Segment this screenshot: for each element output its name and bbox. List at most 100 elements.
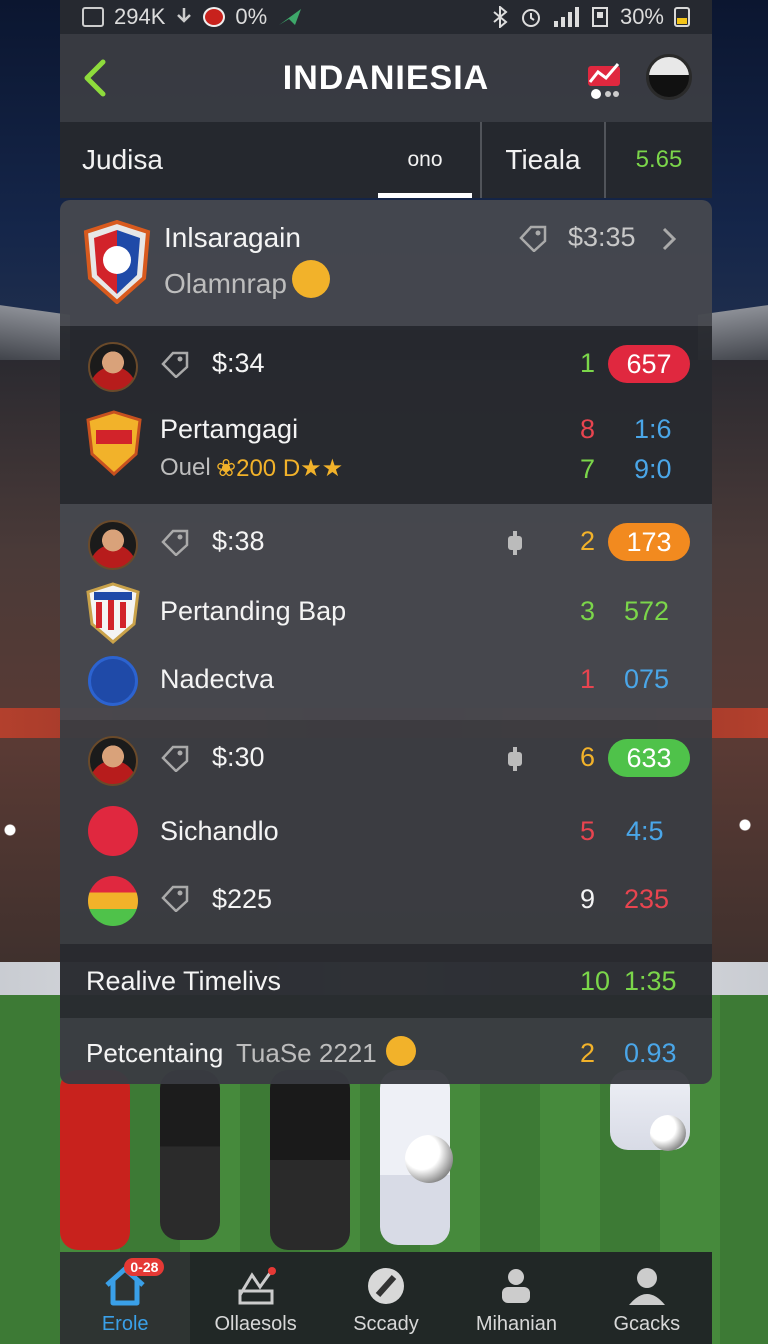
tab-tieala[interactable]: Tieala [480,122,606,198]
back-button[interactable] [60,34,130,122]
tag-icon [161,745,189,772]
tab-ono[interactable]: ono [370,122,480,198]
summary-left: 2 [580,1038,596,1068]
club-crest-icon [86,582,140,644]
team-name: Ouel [160,454,211,481]
score-right: 235 [624,884,670,914]
summary-label: Realive Timelivs [86,966,282,996]
tab-label: Tieala [505,144,581,175]
featured-team-name: Inlsaragain [164,222,301,253]
team-name: Pertanding Bap [160,596,347,626]
coach-avatar [88,520,138,570]
gallery-icon [82,7,104,27]
signal-icon [553,7,579,27]
prize-label: ❀200 D★★ [216,455,344,482]
score-right: 4:5 [626,816,664,846]
nav-profile[interactable]: Gcacks [582,1252,712,1344]
bottom-navigation: 0-28 Erole Ollaesols Sccady Mihanian Gca… [60,1252,712,1344]
team-name: Sichandlo [160,816,279,846]
coach-avatar [88,342,138,392]
flame-icon [386,1036,416,1066]
tab-judisa[interactable]: Judisa [60,122,370,198]
odds-pill[interactable]: 633 [608,739,690,777]
network-icon [591,7,608,27]
player-figure [270,1070,350,1250]
summary-sublabel: TuaSe 2221 [236,1038,377,1068]
club-avatar-button[interactable] [646,54,692,100]
summary-left: 10 [580,966,611,996]
match-card[interactable]: $:38 2 173 Pertanding Bap 3 572 Nadectva… [60,504,712,720]
nav-label: Mihanian [475,1313,557,1335]
tag-icon [161,529,189,556]
score-left: 3 [580,596,596,626]
compass-icon [368,1268,405,1304]
flame-icon [292,260,330,298]
nav-label: Ollaesols [214,1313,297,1335]
tab-label: Judisa [82,144,163,175]
match-rank: 6 [580,742,596,772]
stats-chart-icon[interactable] [584,52,624,102]
tactics-icon [238,1267,276,1305]
status-bar: 294K 0% 30% [60,0,712,34]
featured-time: $3:35 [568,222,636,252]
tab-odds[interactable]: 5.65 [606,122,712,198]
odds-pill[interactable]: 657 [608,345,690,383]
whistle-icon [508,531,522,555]
featured-match-card[interactable]: Inlsaragain Olamnrap $3:35 [60,200,712,326]
chevron-right-icon [662,227,677,251]
download-icon [177,8,192,23]
odds-pill[interactable]: 173 [608,523,690,561]
chevron-left-icon [84,59,106,97]
player-figure [160,1070,220,1240]
tag-icon [161,885,189,912]
player-figure [60,1070,130,1250]
bluetooth-icon [493,6,508,28]
status-count: 294K [114,4,166,29]
score-left: 1 [580,664,596,694]
featured-subtitle: Olamnrap [164,268,287,299]
score-right: 572 [624,596,670,626]
tag-icon [161,351,189,378]
club-badge-icon [88,806,138,856]
battery-percent: 30% [619,4,664,29]
football [650,1115,686,1151]
avatar-icon [203,7,226,27]
tab-label: ono [407,148,443,171]
nav-tactics[interactable]: Ollaesols [190,1252,320,1344]
alarm-icon [521,9,540,27]
nav-label: Erole [101,1313,149,1335]
active-tab-indicator [378,193,472,198]
team-name: $225 [212,884,273,914]
match-time: $:30 [212,742,265,772]
score-left: 8 [580,414,596,444]
nav-label: Sccady [353,1313,419,1335]
club-crest-icon [86,410,142,476]
club-badge-icon [88,656,138,706]
send-icon [279,9,302,25]
nav-home[interactable]: 0-28 Erole [60,1252,191,1344]
club-badge-icon [88,876,138,926]
summary-row[interactable]: Realive Timelivs 10 1:35 [60,944,712,1018]
match-time: $:34 [212,348,265,378]
score-right: 9:0 [634,454,672,484]
match-card[interactable]: $:30 6 633 Sichandlo 5 4:5 $225 9 235 [60,720,712,944]
tab-label: 5.65 [635,146,683,173]
battery-icon [674,7,690,27]
coach-avatar [88,736,138,786]
match-rank: 1 [580,348,596,378]
app-header: INDANIESIA [60,34,712,122]
summary-row[interactable]: Petcentaing TuaSe 2221 2 0.93 [60,1018,712,1084]
score-left: 9 [580,884,596,914]
team-name: Nadectva [160,664,275,694]
whistle-icon [508,747,522,771]
nav-compass[interactable]: Sccady [321,1252,451,1344]
nav-label: Gcacks [613,1313,681,1335]
match-time: $:38 [212,526,265,556]
match-card[interactable]: $:34 1 657 Pertamgagi 8 1:6 Ouel ❀200 D★… [60,326,712,504]
team-icon [502,1269,531,1303]
club-crest-icon [83,220,151,304]
summary-right: 1:35 [624,966,677,996]
score-left: 5 [580,816,596,846]
nav-team[interactable]: Mihanian [451,1252,581,1344]
match-rank: 2 [580,526,596,556]
